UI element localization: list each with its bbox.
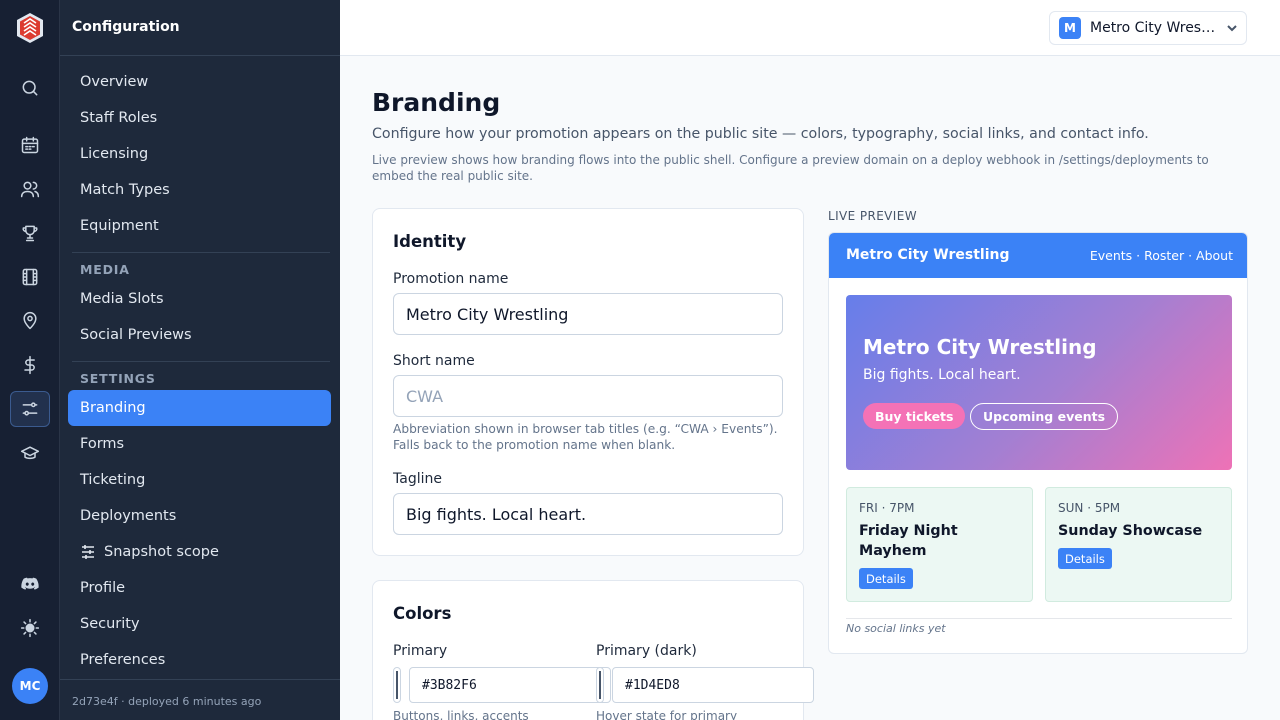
- short-name-label: Short name: [393, 353, 475, 369]
- sidebar-item-snapshot-scope[interactable]: Snapshot scope: [68, 534, 331, 570]
- preview-nav-links: Events · Roster · About: [1089, 248, 1233, 263]
- map-pin-icon[interactable]: [10, 303, 50, 339]
- primary-dark-color-input[interactable]: [612, 667, 814, 703]
- event-time: SUN · 5PM: [1058, 501, 1121, 515]
- chevron-down-icon: [1227, 25, 1237, 32]
- preview-buy-tickets-button: Buy tickets: [863, 403, 966, 429]
- app-logo-icon[interactable]: [16, 12, 44, 44]
- event-details-button: Details: [859, 568, 913, 589]
- page-title: Branding: [372, 88, 501, 117]
- primary-color-swatch[interactable]: [393, 667, 401, 703]
- sidebar-item-deployments[interactable]: Deployments: [68, 498, 331, 534]
- preview-social-note: No social links yet: [846, 622, 946, 635]
- org-badge: M: [1059, 17, 1081, 39]
- trophy-icon[interactable]: [10, 215, 50, 251]
- tagline-input[interactable]: [393, 493, 783, 535]
- event-details-button: Details: [1058, 548, 1112, 569]
- preview-event-card: SUN · 5PM Sunday Showcase Details: [1045, 487, 1232, 602]
- divider: [60, 679, 340, 680]
- search-icon[interactable]: [10, 70, 50, 106]
- sliders-icon: [82, 545, 94, 559]
- primary-dark-color-label: Primary (dark): [596, 643, 697, 659]
- sidebar-item-media-slots[interactable]: Media Slots: [68, 281, 331, 317]
- promotion-name-input[interactable]: [393, 293, 783, 335]
- divider: [72, 361, 330, 362]
- short-name-help: Abbreviation shown in browser tab titles…: [393, 422, 778, 452]
- preview-hero-tagline: Big fights. Local heart.: [863, 367, 1021, 383]
- event-time: FRI · 7PM: [859, 501, 915, 515]
- event-name: Sunday Showcase: [1058, 523, 1203, 539]
- org-name: Metro City Wrestling: [1090, 20, 1218, 36]
- tagline-label: Tagline: [393, 471, 442, 487]
- sidebar-title: Configuration: [72, 19, 180, 35]
- avatar[interactable]: MC: [12, 668, 48, 704]
- page-note: Live preview shows how branding flows in…: [372, 153, 1209, 183]
- sidebar-item-overview[interactable]: Overview: [68, 64, 331, 100]
- event-name: Friday Night Mayhem: [859, 523, 958, 559]
- colors-card: Colors Primary Buttons, links, accents P…: [372, 580, 814, 720]
- film-icon[interactable]: [10, 259, 50, 295]
- sidebar-item-match-types[interactable]: Match Types: [68, 172, 331, 208]
- sidebar-item-licensing[interactable]: Licensing: [68, 136, 331, 172]
- section-heading-media: MEDIA: [80, 262, 130, 277]
- preview-hero: Metro City Wrestling Big fights. Local h…: [846, 295, 1232, 470]
- deploy-status: 2d73e4f · deployed 6 minutes ago: [72, 695, 262, 708]
- preview-upcoming-events-button: Upcoming events: [970, 403, 1119, 430]
- primary-color-label: Primary: [393, 643, 448, 659]
- sidebar-item-staff-roles[interactable]: Staff Roles: [68, 100, 331, 136]
- primary-color-help: Buttons, links, accents: [393, 709, 529, 720]
- sidebar-item-security[interactable]: Security: [68, 606, 331, 642]
- primary-color-input[interactable]: [409, 667, 611, 703]
- sidebar-item-label: Snapshot scope: [104, 544, 219, 560]
- users-icon[interactable]: [10, 171, 50, 207]
- preview-navbar: Metro City Wrestling Events · Roster · A…: [829, 233, 1247, 278]
- live-preview: Metro City Wrestling Events · Roster · A…: [828, 232, 1248, 654]
- page-subtitle: Configure how your promotion appears on …: [372, 126, 1149, 142]
- sidebar-item-ticketing[interactable]: Ticketing: [68, 462, 331, 498]
- top-bar: M Metro City Wrestling: [340, 0, 1280, 56]
- primary-dark-color-swatch[interactable]: [596, 667, 604, 703]
- icon-rail: MC: [0, 0, 60, 720]
- sidebar-item-preferences[interactable]: Preferences: [68, 642, 331, 678]
- graduation-cap-icon[interactable]: [10, 435, 50, 471]
- colors-heading: Colors: [393, 604, 452, 623]
- primary-dark-color-help: Hover state for primary: [596, 709, 738, 720]
- promotion-name-label: Promotion name: [393, 271, 509, 287]
- calendar-icon[interactable]: [10, 127, 50, 163]
- section-heading-settings: SETTINGS: [80, 371, 156, 386]
- divider: [846, 618, 1232, 619]
- sidebar-item-branding[interactable]: Branding: [68, 390, 331, 426]
- divider: [60, 55, 340, 56]
- org-switcher[interactable]: M Metro City Wrestling: [1049, 11, 1247, 45]
- identity-heading: Identity: [393, 232, 467, 251]
- sidebar-item-profile[interactable]: Profile: [68, 570, 331, 606]
- live-preview-label: LIVE PREVIEW: [828, 209, 917, 223]
- divider: [72, 252, 330, 253]
- sidebar-item-forms[interactable]: Forms: [68, 426, 331, 462]
- preview-hero-title: Metro City Wrestling: [863, 335, 1097, 359]
- sidebar-item-equipment[interactable]: Equipment: [68, 208, 331, 244]
- sliders-icon[interactable]: [10, 391, 50, 427]
- short-name-input[interactable]: [393, 375, 783, 417]
- sidebar-item-social-previews[interactable]: Social Previews: [68, 317, 331, 353]
- sun-icon[interactable]: [10, 610, 50, 646]
- preview-brand: Metro City Wrestling: [846, 247, 1010, 263]
- identity-card: Identity Promotion name Short name Abbre…: [372, 208, 804, 556]
- discord-icon[interactable]: [10, 566, 50, 602]
- preview-event-card: FRI · 7PM Friday Night Mayhem Details: [846, 487, 1033, 602]
- config-sidebar: Configuration Overview Staff Roles Licen…: [60, 0, 340, 720]
- dollar-icon[interactable]: [10, 347, 50, 383]
